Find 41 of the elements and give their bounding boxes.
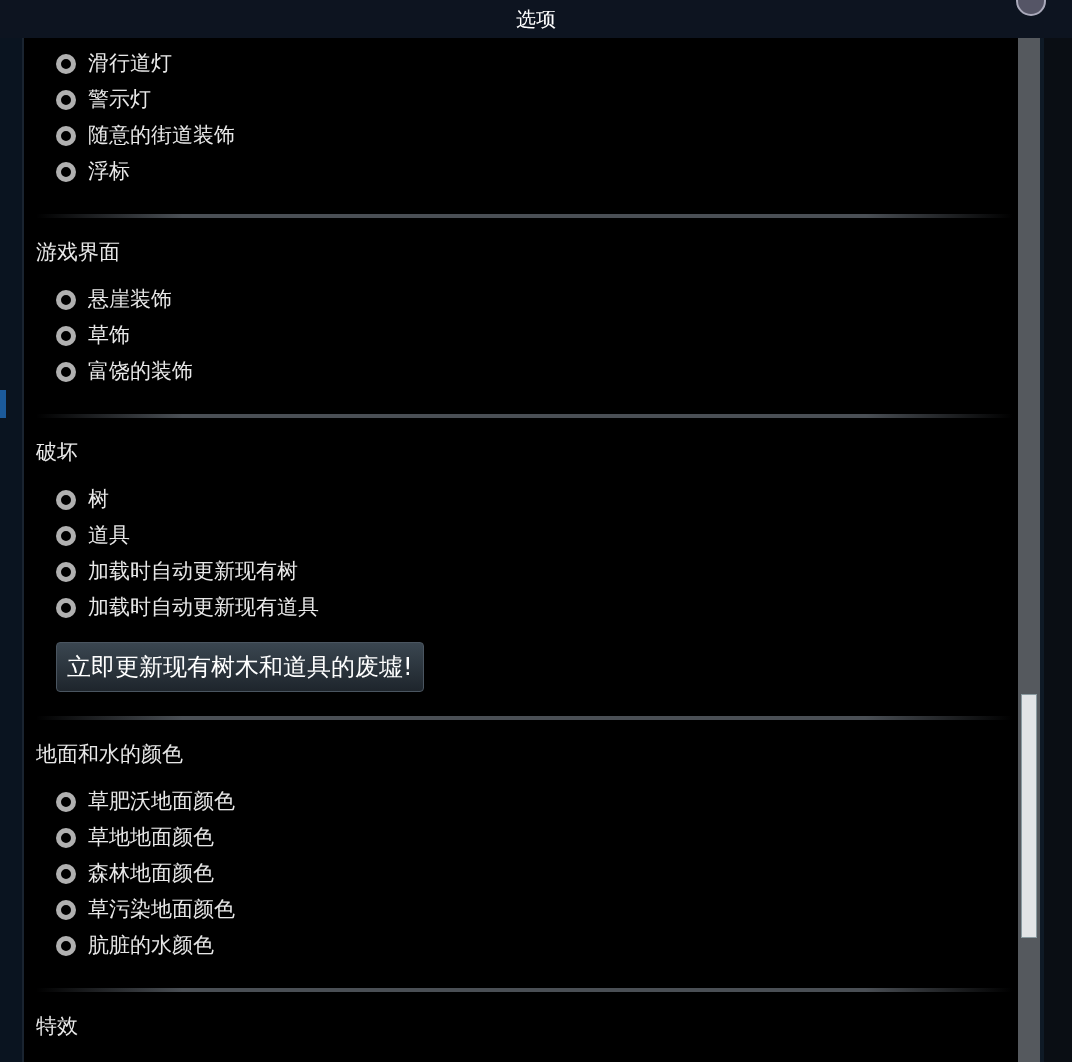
checkbox[interactable] — [56, 900, 76, 920]
checkbox[interactable] — [56, 936, 76, 956]
checkbox[interactable] — [56, 828, 76, 848]
option-label: 加载时自动更新现有道具 — [88, 594, 319, 622]
section-title: 特效 — [36, 1013, 78, 1040]
checkbox[interactable] — [56, 526, 76, 546]
checkbox[interactable] — [56, 54, 76, 74]
option-label: 随意的街道装饰 — [88, 122, 235, 150]
option-label: 加载时自动更新现有树 — [88, 558, 298, 586]
option-label: 森林地面颜色 — [88, 860, 214, 888]
checkbox[interactable] — [56, 90, 76, 110]
section-title: 地面和水的颜色 — [36, 741, 183, 768]
option-label: 草污染地面颜色 — [88, 896, 235, 924]
option-label: 富饶的装饰 — [88, 358, 193, 386]
checkbox[interactable] — [56, 864, 76, 884]
checkbox[interactable] — [56, 792, 76, 812]
checkbox[interactable] — [56, 362, 76, 382]
option-label: 悬崖装饰 — [88, 286, 172, 314]
update-button[interactable]: 立即更新现有树木和道具的废墟! — [56, 642, 424, 692]
option-label: 树 — [88, 486, 109, 514]
scrollbar[interactable] — [1018, 38, 1040, 1062]
option-label: 滑行道灯 — [88, 50, 172, 78]
option-label: 道具 — [88, 522, 130, 550]
window-title: 选项 — [516, 6, 556, 33]
selection-bar — [0, 390, 6, 418]
scroll-thumb[interactable] — [1021, 694, 1037, 938]
checkbox[interactable] — [56, 162, 76, 182]
option-label: 草地地面颜色 — [88, 824, 214, 852]
section-title: 破坏 — [36, 439, 78, 466]
checkbox[interactable] — [56, 598, 76, 618]
option-label: 浮标 — [88, 158, 130, 186]
option-label: 肮脏的水颜色 — [88, 932, 214, 960]
checkbox[interactable] — [56, 290, 76, 310]
checkbox[interactable] — [56, 490, 76, 510]
checkbox[interactable] — [56, 326, 76, 346]
option-label: 警示灯 — [88, 86, 151, 114]
option-label: 草饰 — [88, 322, 130, 350]
section-title: 游戏界面 — [36, 239, 120, 266]
checkbox[interactable] — [56, 126, 76, 146]
option-label: 草肥沃地面颜色 — [88, 788, 235, 816]
checkbox[interactable] — [56, 562, 76, 582]
